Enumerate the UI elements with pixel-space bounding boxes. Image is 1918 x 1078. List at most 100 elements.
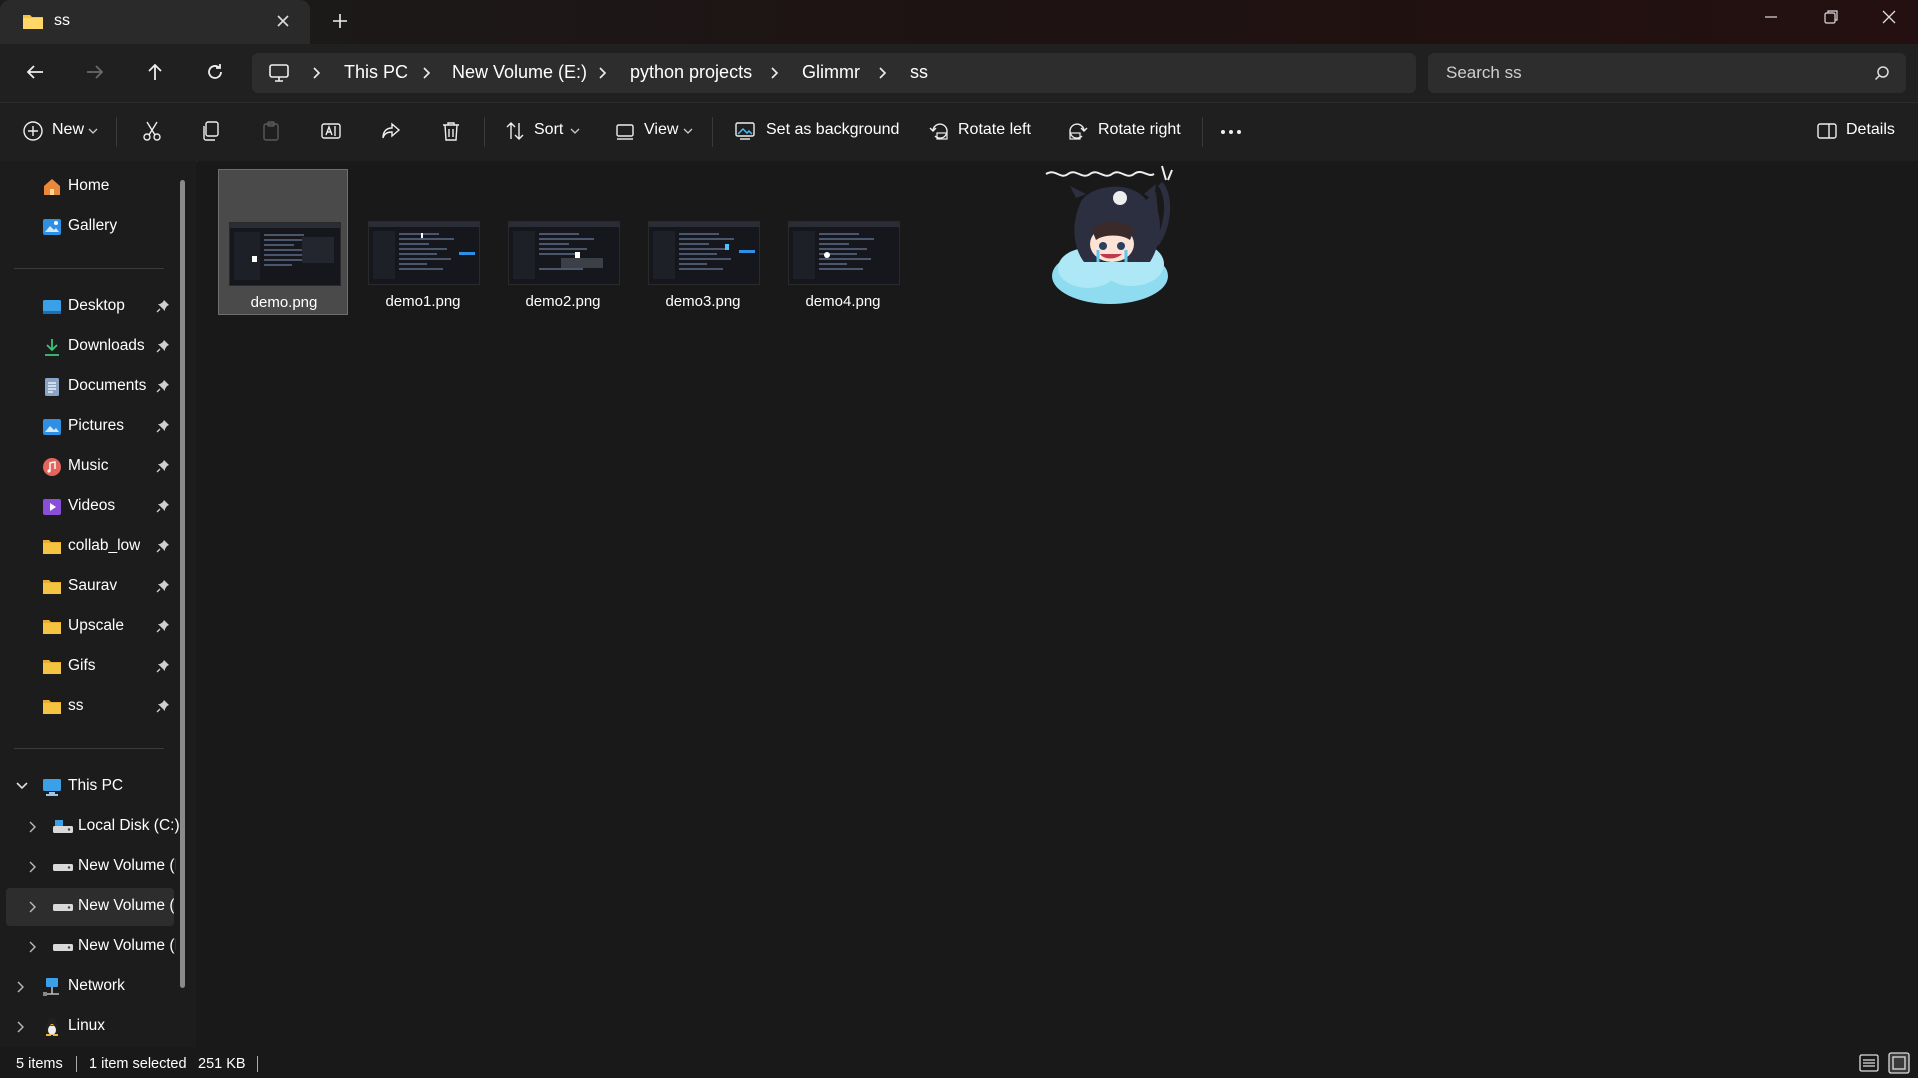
selection-size: 251 KB (198, 1056, 246, 1072)
computer-icon (42, 777, 62, 797)
character-sticker-image (1040, 164, 1190, 312)
pin-icon[interactable] (156, 539, 170, 553)
back-arrow-icon[interactable] (24, 61, 46, 83)
pin-icon[interactable] (156, 339, 170, 353)
sidebar-item-desktop[interactable]: Desktop (0, 288, 176, 326)
file-item-demo1[interactable]: demo1.png (358, 169, 488, 315)
up-arrow-icon[interactable] (144, 61, 166, 83)
sort-button[interactable]: Sort (534, 121, 563, 139)
sidebar-item-linux[interactable]: Linux (0, 1008, 176, 1046)
rotate-left-button[interactable]: Rotate left (958, 121, 1031, 139)
chevron-right-icon[interactable] (28, 941, 38, 953)
sidebar-item-new-volume-2[interactable]: New Volume (I (6, 888, 174, 926)
breadcrumb-python-projects[interactable]: python projects (630, 62, 752, 83)
file-item-demo2[interactable]: demo2.png (498, 169, 628, 315)
tab-ss[interactable]: ss (0, 0, 310, 44)
drive-icon (52, 937, 74, 957)
pin-icon[interactable] (156, 299, 170, 313)
pin-icon[interactable] (156, 619, 170, 633)
pin-icon[interactable] (156, 379, 170, 393)
copy-icon[interactable] (200, 120, 222, 142)
pin-icon[interactable] (156, 419, 170, 433)
rename-icon[interactable] (320, 120, 342, 142)
file-item-demo3[interactable]: demo3.png (638, 169, 768, 315)
pin-icon[interactable] (156, 499, 170, 513)
view-icon[interactable] (614, 120, 636, 142)
refresh-icon[interactable] (204, 61, 226, 83)
sidebar-item-documents[interactable]: Documents (0, 368, 176, 406)
sidebar-item-collab-low[interactable]: collab_low (0, 528, 176, 566)
chevron-right-icon[interactable] (28, 901, 38, 913)
breadcrumb-ss[interactable]: ss (910, 62, 928, 83)
breadcrumb-this-pc[interactable]: This PC (344, 62, 408, 83)
download-icon (42, 337, 62, 357)
pin-icon[interactable] (156, 459, 170, 473)
close-icon[interactable] (274, 12, 292, 30)
sidebar-item-local-disk-c[interactable]: Local Disk (C:) (0, 808, 180, 846)
set-background-icon[interactable] (734, 120, 756, 142)
details-button[interactable]: Details (1846, 121, 1895, 139)
breadcrumb-glimmr[interactable]: Glimmr (802, 62, 860, 83)
pin-icon[interactable] (156, 579, 170, 593)
file-name: demo3.png (665, 293, 741, 310)
pin-icon[interactable] (156, 699, 170, 713)
search-input[interactable]: Search ss (1428, 53, 1906, 93)
chevron-right-icon[interactable] (28, 861, 38, 873)
breadcrumb-new-volume-e[interactable]: New Volume (E:) (452, 62, 587, 83)
sidebar-item-home[interactable]: Home (0, 168, 176, 206)
sidebar-item-label: Network (68, 977, 125, 994)
network-icon (42, 977, 62, 997)
rotate-left-icon[interactable] (928, 120, 950, 142)
thumbnail-view-icon[interactable] (1888, 1052, 1910, 1074)
sidebar-item-gallery[interactable]: Gallery (0, 208, 176, 246)
rotate-right-icon[interactable] (1067, 120, 1089, 142)
set-as-background-button[interactable]: Set as background (766, 121, 899, 139)
chevron-right-icon[interactable] (28, 821, 38, 833)
sidebar-item-network[interactable]: Network (0, 968, 176, 1006)
new-button[interactable]: New (52, 121, 84, 139)
restore-icon[interactable] (1822, 8, 1840, 26)
chevron-right-icon[interactable] (16, 981, 26, 993)
address-bar[interactable]: This PC New Volume (E:) python projects … (252, 53, 1416, 93)
paste-icon[interactable] (260, 120, 282, 142)
sidebar-item-music[interactable]: Music (0, 448, 176, 486)
item-count: 5 items (16, 1056, 63, 1072)
sidebar-item-this-pc[interactable]: This PC (0, 768, 176, 806)
plus-circle-icon[interactable] (22, 120, 44, 142)
rotate-right-button[interactable]: Rotate right (1098, 121, 1181, 139)
file-item-demo[interactable]: demo.png (218, 169, 348, 315)
image-thumbnail (368, 221, 480, 285)
chevron-right-icon (422, 67, 432, 79)
sidebar-item-new-volume-1[interactable]: New Volume (I (0, 848, 176, 886)
sidebar-item-gifs[interactable]: Gifs (0, 648, 176, 686)
close-window-icon[interactable] (1880, 8, 1898, 26)
cut-icon[interactable] (141, 120, 163, 142)
plus-icon[interactable] (330, 11, 350, 31)
sidebar-item-upscale[interactable]: Upscale (0, 608, 176, 646)
details-view-icon[interactable] (1858, 1052, 1880, 1074)
file-item-demo4[interactable]: demo4.png (778, 169, 908, 315)
sidebar-item-downloads[interactable]: Downloads (0, 328, 176, 366)
sidebar-item-pictures[interactable]: Pictures (0, 408, 176, 446)
sidebar-item-label: Gallery (68, 217, 118, 234)
share-icon[interactable] (380, 120, 402, 142)
sidebar-item-saurav[interactable]: Saurav (0, 568, 176, 606)
details-pane-icon[interactable] (1816, 120, 1838, 142)
sidebar-item-new-volume-3[interactable]: New Volume (I (0, 928, 176, 966)
more-icon[interactable] (1220, 129, 1242, 135)
sort-icon[interactable] (504, 120, 526, 142)
forward-arrow-icon[interactable] (84, 61, 106, 83)
sidebar-item-ss[interactable]: ss (0, 688, 176, 726)
chevron-down-icon[interactable] (16, 781, 28, 791)
video-icon (42, 497, 62, 517)
view-button[interactable]: View (644, 121, 678, 139)
search-icon[interactable] (1874, 65, 1890, 81)
delete-icon[interactable] (440, 120, 462, 142)
sidebar-item-videos[interactable]: Videos (0, 488, 176, 526)
sidebar-scrollbar[interactable] (180, 180, 185, 988)
divider (712, 117, 713, 147)
minimize-icon[interactable] (1762, 8, 1780, 26)
pin-icon[interactable] (156, 659, 170, 673)
drive-icon (52, 897, 74, 917)
chevron-right-icon[interactable] (16, 1021, 26, 1033)
